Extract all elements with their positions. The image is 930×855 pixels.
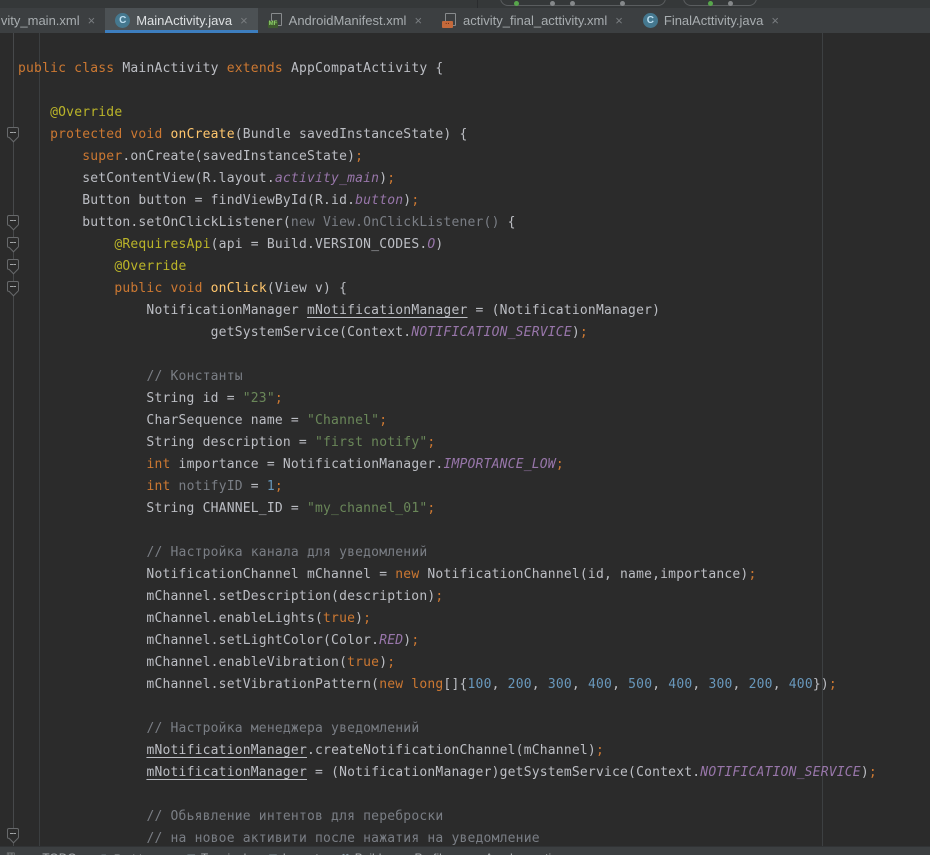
problems-icon: ⓘ xyxy=(99,851,109,855)
toolbar-dot-icon xyxy=(620,1,625,6)
code-line[interactable] xyxy=(18,520,930,542)
code-line[interactable]: int notifyID = 1; xyxy=(18,476,930,498)
run-configuration-widget[interactable] xyxy=(500,0,666,6)
tab-label: MainActivity.java xyxy=(136,13,232,28)
code-line[interactable]: mChannel.enableVibration(true); xyxy=(18,652,930,674)
code-line[interactable] xyxy=(18,696,930,718)
tool-window-label: Terminal xyxy=(201,851,246,855)
tool-window-label: Logcat xyxy=(283,851,319,855)
code-line[interactable]: String description = "first notify"; xyxy=(18,432,930,454)
code-line[interactable]: int importance = NotificationManager.IMP… xyxy=(18,454,930,476)
close-icon[interactable]: × xyxy=(88,13,96,28)
fold-marker-icon[interactable] xyxy=(7,237,19,248)
tool-window-button-terminal[interactable]: ▣Terminal xyxy=(186,851,246,855)
tab-label: FinalActtivity.java xyxy=(664,13,763,28)
gutter-fold-line xyxy=(13,33,14,846)
code-line[interactable]: // Настройка канала для уведомлений xyxy=(18,542,930,564)
code-line[interactable]: mChannel.setLightColor(Color.RED); xyxy=(18,630,930,652)
code-line[interactable]: @RequiresApi(api = Build.VERSION_CODES.O… xyxy=(18,234,930,256)
code-line[interactable]: // Обьявление интентов для переброски xyxy=(18,806,930,828)
code-line[interactable]: @Override xyxy=(18,102,930,124)
fold-marker-icon[interactable] xyxy=(7,828,19,839)
code-line[interactable]: mChannel.enableLights(true); xyxy=(18,608,930,630)
code-line[interactable]: String id = "23"; xyxy=(18,388,930,410)
code-line[interactable] xyxy=(18,784,930,806)
code-line[interactable]: String CHANNEL_ID = "my_channel_01"; xyxy=(18,498,930,520)
code-line[interactable]: mChannel.setVibrationPattern(new long[]{… xyxy=(18,674,930,696)
tool-window-button-profiler[interactable]: ◔Profiler xyxy=(403,851,452,855)
close-icon[interactable]: × xyxy=(615,13,623,28)
toolbar-strip xyxy=(0,0,930,8)
fold-marker-icon[interactable] xyxy=(7,281,19,292)
close-icon[interactable]: × xyxy=(414,13,422,28)
tab-androidmanifest-xml[interactable]: AndroidManifest.xml × xyxy=(258,8,432,33)
tool-window-button-todo[interactable]: ≡TODO xyxy=(31,851,76,855)
code-line[interactable]: Button button = findViewById(R.id.button… xyxy=(18,190,930,212)
code-line[interactable] xyxy=(18,80,930,102)
toolbar-dot-icon xyxy=(570,1,575,6)
code-area[interactable]: public class MainActivity extends AppCom… xyxy=(18,58,930,846)
toolbar-dot-icon xyxy=(550,1,555,6)
tab-activity-final-acttivity-xml[interactable]: activity_final_acttivity.xml × xyxy=(432,8,633,33)
code-line[interactable]: mChannel.setDescription(description); xyxy=(18,586,930,608)
code-line[interactable]: super.onCreate(savedInstanceState); xyxy=(18,146,930,168)
tool-window-label: TODO xyxy=(42,851,76,855)
device-widget[interactable] xyxy=(683,0,757,6)
fold-marker-icon[interactable] xyxy=(7,215,19,226)
tab-activity-main-xml[interactable]: ivity_main.xml × xyxy=(0,8,105,33)
tool-window-button-app-inspection[interactable]: ⌕App Inspection xyxy=(474,851,564,855)
code-line[interactable]: protected void onCreate(Bundle savedInst… xyxy=(18,124,930,146)
tab-bar: ivity_main.xml×CMainActivity.java×Androi… xyxy=(0,8,930,33)
code-line[interactable]: CharSequence name = "Channel"; xyxy=(18,410,930,432)
code-line[interactable]: mNotificationManager = (NotificationMana… xyxy=(18,762,930,784)
code-line[interactable]: public class MainActivity extends AppCom… xyxy=(18,58,930,80)
code-line[interactable]: NotificationManager mNotificationManager… xyxy=(18,300,930,322)
tool-window-button-problems[interactable]: ⓘ Problems xyxy=(99,851,165,855)
code-line[interactable]: @Override xyxy=(18,256,930,278)
code-line[interactable]: getSystemService(Context.NOTIFICATION_SE… xyxy=(18,322,930,344)
code-editor[interactable]: public class MainActivity extends AppCom… xyxy=(0,33,930,846)
close-icon[interactable]: × xyxy=(240,13,248,28)
tool-window-label: Problems xyxy=(114,852,165,855)
layout-file-icon xyxy=(442,13,457,28)
tool-window-button-logcat[interactable]: ▤Logcat xyxy=(268,851,318,855)
tool-window-label: App Inspection xyxy=(485,851,564,855)
fold-marker-icon[interactable] xyxy=(7,259,19,270)
tool-window-label: Build xyxy=(355,851,382,855)
tool-window-stripe-icon[interactable]: ▥ xyxy=(6,851,15,855)
debug-icon[interactable] xyxy=(708,1,713,6)
code-line[interactable]: // Настройка менеджера уведомлений xyxy=(18,718,930,740)
manifest-file-icon xyxy=(268,13,283,28)
code-line[interactable]: public void onClick(View v) { xyxy=(18,278,930,300)
code-line[interactable]: setContentView(R.layout.activity_main); xyxy=(18,168,930,190)
tab-mainactivity-java[interactable]: C MainActivity.java × xyxy=(105,8,257,33)
code-line[interactable]: button.setOnClickListener(new View.OnCli… xyxy=(18,212,930,234)
toolbar-separator xyxy=(477,0,478,8)
code-line[interactable]: // на новое активити после нажатия на ув… xyxy=(18,828,930,846)
close-icon[interactable]: × xyxy=(771,13,779,28)
class-file-icon: C xyxy=(643,13,658,28)
code-line[interactable] xyxy=(18,344,930,366)
tab-label: AndroidManifest.xml xyxy=(289,13,407,28)
run-icon[interactable] xyxy=(514,1,519,6)
tool-window-button-build[interactable]: ⚒Build xyxy=(341,851,382,855)
tool-window-label: Profiler xyxy=(414,851,452,855)
toolbar-dot-icon xyxy=(728,1,733,6)
tab-finalacttivity-java[interactable]: C FinalActtivity.java × xyxy=(633,8,789,33)
tab-label: activity_final_acttivity.xml xyxy=(463,13,607,28)
tab-label: ivity_main.xml xyxy=(0,13,80,28)
code-line[interactable]: NotificationChannel mChannel = new Notif… xyxy=(18,564,930,586)
code-line[interactable]: mNotificationManager.createNotificationC… xyxy=(18,740,930,762)
code-line[interactable]: // Константы xyxy=(18,366,930,388)
tool-window-bar: ▥ ≡TODO ⓘ Problems ▣Terminal ▤Logcat ⚒Build ◔P… xyxy=(0,846,930,855)
class-file-icon: C xyxy=(115,13,130,28)
fold-marker-icon[interactable] xyxy=(7,127,19,138)
